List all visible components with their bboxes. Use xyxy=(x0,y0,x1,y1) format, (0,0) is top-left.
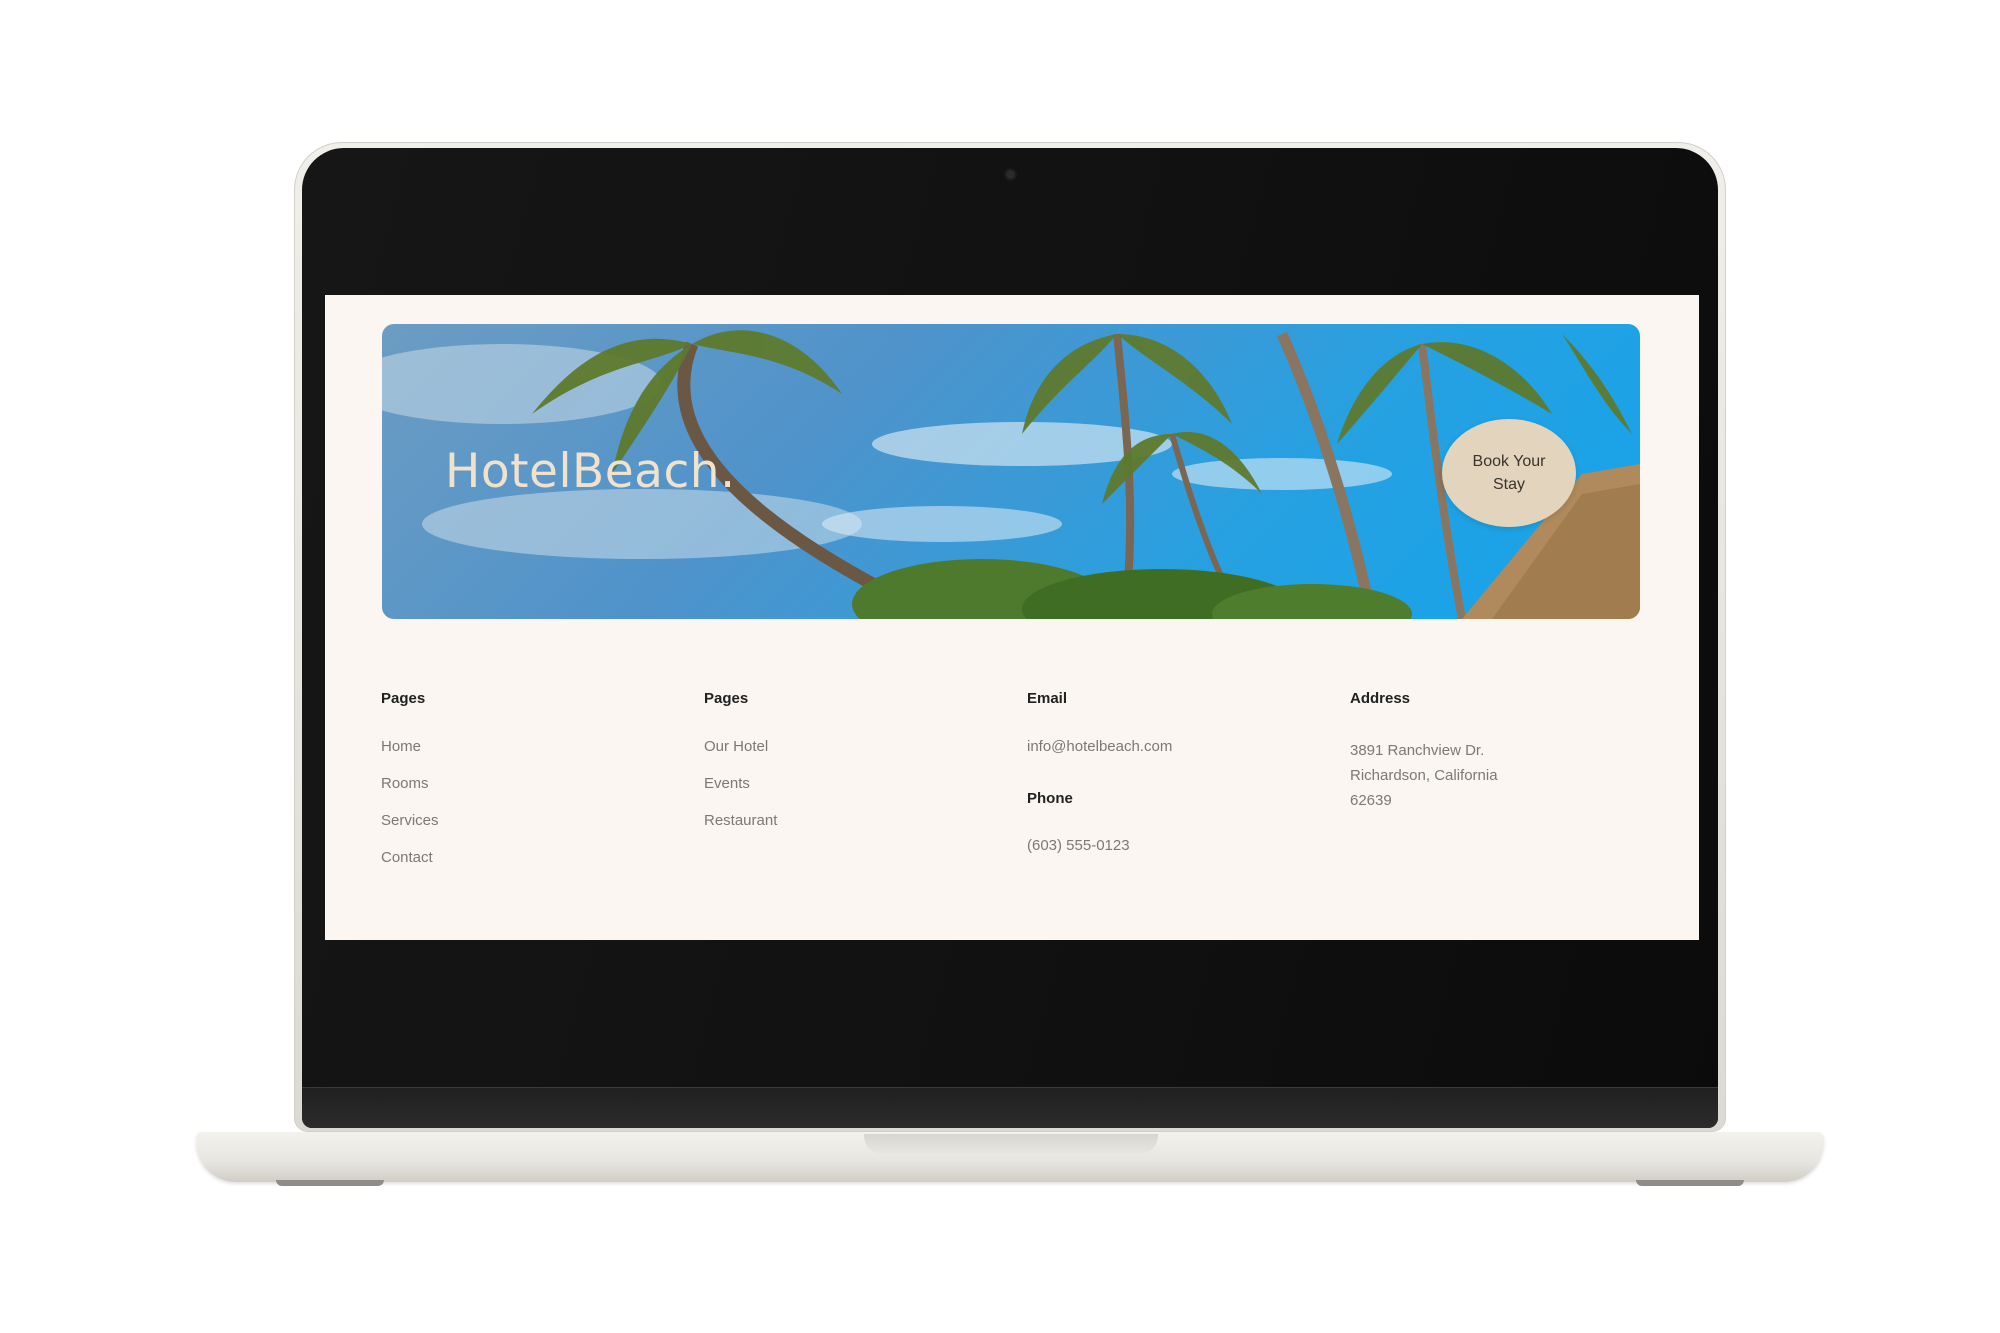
footer-link-restaurant[interactable]: Restaurant xyxy=(704,812,1004,849)
footer-link-services[interactable]: Services xyxy=(381,812,681,849)
address-heading: Address xyxy=(1350,690,1411,707)
phone-heading: Phone xyxy=(1027,790,1073,807)
website-screen: HotelBeach. Book Your Stay Pages Home Ro… xyxy=(325,295,1699,940)
footer-link-events[interactable]: Events xyxy=(704,775,1004,812)
laptop-foot-right xyxy=(1636,1180,1744,1186)
footer-link-rooms[interactable]: Rooms xyxy=(381,775,681,812)
email-heading: Email xyxy=(1027,690,1068,707)
book-button-label: Book Your Stay xyxy=(1472,453,1546,493)
footer-link-home[interactable]: Home xyxy=(381,738,681,775)
footer-contact-column: Email info@hotelbeach.com Phone (603) 55… xyxy=(1027,690,1327,855)
footer-pages-column-2: Pages Our Hotel Events Restaurant xyxy=(704,690,1004,849)
camera-icon xyxy=(1006,170,1015,179)
email-link[interactable]: info@hotelbeach.com xyxy=(1027,738,1327,756)
brand-title: HotelBeach. xyxy=(445,444,736,499)
address-line-1: 3891 Ranchview Dr. xyxy=(1350,742,1485,759)
footer-link-our-hotel[interactable]: Our Hotel xyxy=(704,738,1004,775)
address-line-2: Richardson, California xyxy=(1350,767,1498,784)
phone-link[interactable]: (603) 555-0123 xyxy=(1027,837,1327,855)
laptop-foot-left xyxy=(276,1180,384,1186)
footer-heading: Pages xyxy=(704,690,749,707)
book-your-stay-button[interactable]: Book Your Stay xyxy=(1442,419,1576,527)
laptop-notch xyxy=(864,1134,1158,1154)
address-line-3: 62639 xyxy=(1350,792,1392,809)
footer-link-contact[interactable]: Contact xyxy=(381,849,681,886)
footer-heading: Pages xyxy=(381,690,426,707)
footer-address-column: Address 3891 Ranchview Dr. Richardson, C… xyxy=(1350,690,1650,813)
footer-pages-column-1: Pages Home Rooms Services Contact xyxy=(381,690,681,886)
hero-banner: HotelBeach. Book Your Stay xyxy=(382,324,1640,619)
